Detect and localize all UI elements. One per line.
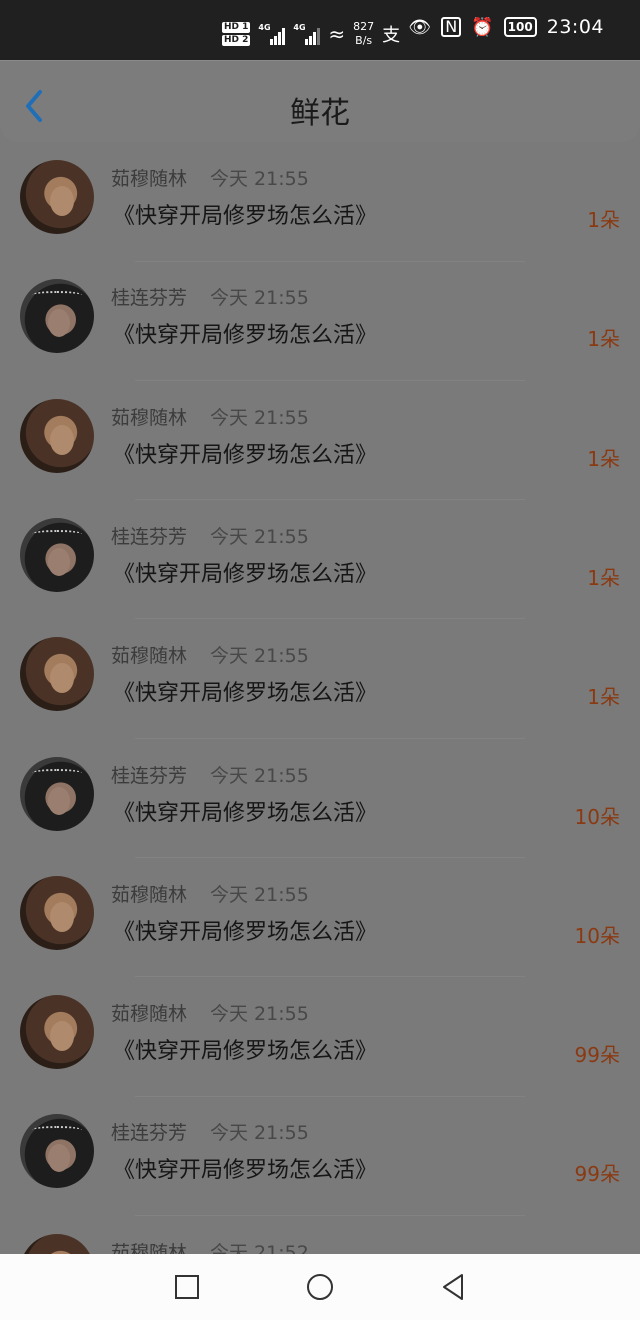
eye-icon: 👁 — [408, 16, 432, 38]
sender-name: 茹穆随林 — [111, 168, 188, 190]
signal-icon-2: 4G — [293, 23, 321, 45]
book-title: 《快穿开局修罗场怎么活》 — [113, 800, 378, 826]
sent-time: 今天 21:55 — [210, 883, 309, 906]
avatar[interactable] — [20, 160, 94, 234]
flower-record-row[interactable]: 桂连芬芳 今天 21:55 《快穿开局修罗场怎么活》 10朵 — [0, 739, 640, 858]
flower-count: 10朵 — [574, 923, 620, 948]
sender-name: 茹穆随林 — [111, 883, 188, 906]
alarm-icon: ⏰ — [471, 16, 494, 38]
sent-time: 今天 21:55 — [210, 1003, 309, 1026]
sender-name: 桂连芬芳 — [111, 764, 188, 787]
sender-name: 茹穆随林 — [111, 645, 188, 668]
system-navigation-bar — [0, 1254, 640, 1320]
flower-count: 1朵 — [587, 685, 620, 710]
sent-time: 今天 21:55 — [210, 406, 309, 429]
status-icons-right: 👁 N ⏰ 100 23:04 — [408, 16, 604, 38]
sent-time: 今天 21:55 — [210, 764, 309, 787]
sent-time: 今天 21:55 — [210, 287, 309, 310]
sender-name: 桂连芬芳 — [111, 287, 188, 310]
avatar[interactable] — [20, 756, 94, 831]
signal-icon: 4G — [258, 23, 286, 45]
avatar[interactable] — [20, 398, 94, 473]
flower-record-row[interactable]: 桂连芬芳 今天 21:55 《快穿开局修罗场怎么活》 1朵 — [0, 261, 640, 381]
status-bar: HD 1 HD 2 4G 4G ≈ 827 B/s 支 👁 N ⏰ 100 23… — [0, 0, 640, 60]
signal-1-label: 4G — [258, 23, 271, 32]
flower-count: 1朵 — [587, 565, 620, 590]
sent-time: 今天 21:55 — [210, 168, 309, 190]
recent-apps-button[interactable] — [172, 1272, 202, 1302]
flower-record-row[interactable]: 茹穆随林 今天 21:55 《快穿开局修罗场怎么活》 1朵 — [0, 619, 640, 739]
flower-count: 1朵 — [587, 327, 620, 352]
flower-record-row[interactable]: 茹穆随林 今天 21:55 《快穿开局修罗场怎么活》 10朵 — [0, 858, 640, 978]
book-title: 《快穿开局修罗场怎么活》 — [113, 681, 378, 707]
flower-count: 1朵 — [587, 446, 620, 471]
nfc-icon: N — [441, 17, 462, 37]
sent-time: 今天 21:55 — [210, 1122, 309, 1145]
book-title: 《快穿开局修罗场怎么活》 — [113, 1039, 378, 1065]
book-title: 《快穿开局修罗场怎么活》 — [113, 1158, 378, 1184]
alipay-icon: 支 — [382, 25, 401, 46]
hd-indicator: HD 1 HD 2 — [222, 22, 251, 46]
book-title: 《快穿开局修罗场怎么活》 — [113, 204, 378, 229]
avatar[interactable] — [20, 279, 94, 354]
sender-name: 茹穆随林 — [111, 1241, 188, 1254]
flower-record-row[interactable]: 茹穆随林 今天 21:55 《快穿开局修罗场怎么活》 1朵 — [0, 142, 640, 262]
home-button[interactable] — [305, 1272, 335, 1302]
sender-name: 桂连芬芳 — [111, 1122, 188, 1145]
signal-2-label: 4G — [293, 23, 306, 32]
top-app-bar: 鲜花 — [0, 60, 640, 142]
avatar[interactable] — [20, 517, 94, 592]
avatar[interactable] — [20, 637, 94, 712]
flower-gift-list: 茹穆随林 今天 21:55 《快穿开局修罗场怎么活》 1朵 桂连芬芳 今天 21:55 《快… — [0, 142, 640, 1254]
system-back-button[interactable] — [438, 1272, 468, 1302]
sent-time: 今天 21:55 — [210, 645, 309, 668]
triangle-back-icon — [443, 1274, 463, 1300]
wifi-icon: ≈ — [328, 22, 346, 46]
flower-record-row[interactable]: 茹穆随林 今天 21:55 《快穿开局修罗场怎么活》 1朵 — [0, 381, 640, 501]
flower-count: 99朵 — [574, 1162, 620, 1187]
speed-unit: B/s — [355, 34, 373, 47]
flower-record-row[interactable]: 茹穆随林 今天 21:55 《快穿开局修罗场怎么活》 99朵 — [0, 977, 640, 1097]
flower-record-row[interactable]: 桂连芬芳 今天 21:55 《快穿开局修罗场怎么活》 99朵 — [0, 1096, 640, 1216]
sender-name: 茹穆随林 — [111, 1003, 188, 1026]
flower-count: 99朵 — [574, 1043, 620, 1068]
hd2-badge: HD 2 — [222, 35, 251, 46]
flower-record-row[interactable]: 桂连芬芳 今天 21:55 《快穿开局修罗场怎么活》 1朵 — [0, 500, 640, 620]
page-title: 鲜花 — [290, 96, 350, 131]
book-title: 《快穿开局修罗场怎么活》 — [113, 561, 378, 587]
speed-value: 827 — [353, 20, 375, 33]
flower-count: 10朵 — [574, 804, 620, 829]
avatar[interactable] — [20, 1233, 94, 1254]
hd1-badge: HD 1 — [222, 22, 251, 33]
book-title: 《快穿开局修罗场怎么活》 — [113, 442, 378, 468]
battery-indicator: 100 — [503, 17, 537, 37]
avatar[interactable] — [20, 1114, 94, 1189]
book-title: 《快穿开局修罗场怎么活》 — [113, 323, 378, 349]
sender-name: 茹穆随林 — [111, 406, 188, 429]
network-speed: 827 B/s — [353, 20, 374, 48]
status-icons-left: HD 1 HD 2 4G 4G ≈ 827 B/s 支 — [222, 20, 400, 48]
sent-time: 今天 21:52 — [210, 1241, 309, 1254]
sent-time: 今天 21:55 — [210, 525, 309, 548]
flower-count: 1朵 — [587, 208, 620, 232]
avatar[interactable] — [20, 875, 94, 950]
sender-name: 桂连芬芳 — [111, 525, 188, 548]
avatar[interactable] — [20, 995, 94, 1070]
clock: 23:04 — [546, 16, 604, 38]
book-title: 《快穿开局修罗场怎么活》 — [113, 919, 378, 945]
circle-icon — [307, 1274, 333, 1300]
square-icon — [175, 1275, 199, 1299]
flower-record-row[interactable]: 茹穆随林 今天 21:52 — [0, 1216, 640, 1254]
